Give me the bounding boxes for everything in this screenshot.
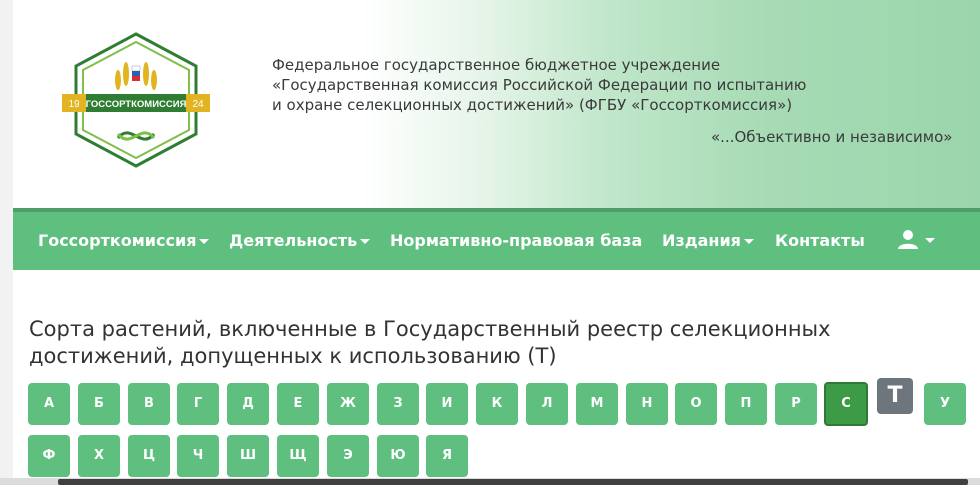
letter-button-Ю[interactable]: Ю: [377, 435, 419, 477]
letter-button-О[interactable]: О: [675, 383, 717, 425]
org-line-1: Федеральное государственное бюджетное уч…: [272, 56, 721, 74]
scrollbar-thumb[interactable]: [58, 479, 968, 485]
letter-button-К[interactable]: К: [476, 383, 518, 425]
letter-button-Е[interactable]: Е: [277, 383, 319, 425]
page-title: Сорта растений, включенные в Государстве…: [29, 317, 831, 368]
letter-button-Т[interactable]: Т: [877, 378, 913, 414]
logo-text: ГОССОРТКОМИССИЯ: [86, 99, 187, 110]
letter-button-Б[interactable]: Б: [78, 383, 120, 425]
organization-name: Федеральное государственное бюджетное уч…: [272, 55, 812, 115]
site-header: 19 24 ГОССОРТКОМИССИЯ Федеральное госуда…: [13, 0, 980, 208]
gossortkomissiya-logo[interactable]: 19 24 ГОССОРТКОМИССИЯ: [46, 30, 226, 170]
letter-button-Л[interactable]: Л: [526, 383, 568, 425]
nav-label: Госсорткомиссия: [38, 231, 197, 250]
letter-button-Д[interactable]: Д: [227, 383, 269, 425]
user-menu-button[interactable]: [897, 228, 937, 254]
main-navbar: Госсорткомиссия Деятельность Нормативно-…: [13, 208, 980, 270]
letter-button-Х[interactable]: Х: [78, 435, 120, 477]
letter-button-П[interactable]: П: [725, 383, 767, 425]
letter-button-Э[interactable]: Э: [327, 435, 369, 477]
letter-button-Г[interactable]: Г: [177, 383, 219, 425]
letter-button-С[interactable]: С: [824, 382, 868, 426]
nav-label: Издания: [662, 231, 741, 250]
caret-down-icon: [199, 239, 210, 244]
letter-button-Щ[interactable]: Щ: [277, 435, 319, 477]
letter-button-Н[interactable]: Н: [626, 383, 668, 425]
caret-down-icon: [925, 238, 935, 243]
nav-contacts[interactable]: Контакты: [775, 212, 865, 270]
nav-label: Деятельность: [229, 231, 358, 250]
nav-publications[interactable]: Издания: [662, 212, 754, 270]
letter-button-Р[interactable]: Р: [775, 383, 817, 425]
motto: «...Объективно и независимо»: [711, 128, 953, 146]
letter-button-У[interactable]: У: [924, 383, 966, 425]
nav-gossortkomissiya[interactable]: Госсорткомиссия: [38, 212, 210, 270]
nav-legal-base[interactable]: Нормативно-правовая база: [390, 212, 642, 270]
caret-down-icon: [360, 239, 371, 244]
letter-button-Ч[interactable]: Ч: [177, 435, 219, 477]
letter-button-М[interactable]: М: [576, 383, 618, 425]
letter-button-Я[interactable]: Я: [426, 435, 468, 477]
logo-year-right: 24: [192, 99, 204, 110]
nav-label: Контакты: [775, 231, 865, 250]
logo-year-left: 19: [68, 99, 80, 110]
letter-button-Ш[interactable]: Ш: [227, 435, 269, 477]
nav-activity[interactable]: Деятельность: [229, 212, 371, 270]
letter-button-Ж[interactable]: Ж: [327, 383, 369, 425]
page: 19 24 ГОССОРТКОМИССИЯ Федеральное госуда…: [13, 0, 980, 485]
nav-label: Нормативно-правовая база: [390, 231, 643, 250]
caret-down-icon: [743, 239, 754, 244]
letter-button-И[interactable]: И: [426, 383, 468, 425]
letter-button-А[interactable]: А: [28, 383, 70, 425]
org-line-2: «Государственная комиссия Российской Фед…: [272, 76, 807, 94]
user-icon: [898, 230, 918, 249]
letter-button-З[interactable]: З: [377, 383, 419, 425]
letter-button-Ф[interactable]: Ф: [28, 435, 70, 477]
letter-button-Ц[interactable]: Ц: [128, 435, 170, 477]
org-line-3: и охране селекционных достижений» (ФГБУ …: [272, 96, 793, 114]
letter-button-В[interactable]: В: [128, 383, 170, 425]
